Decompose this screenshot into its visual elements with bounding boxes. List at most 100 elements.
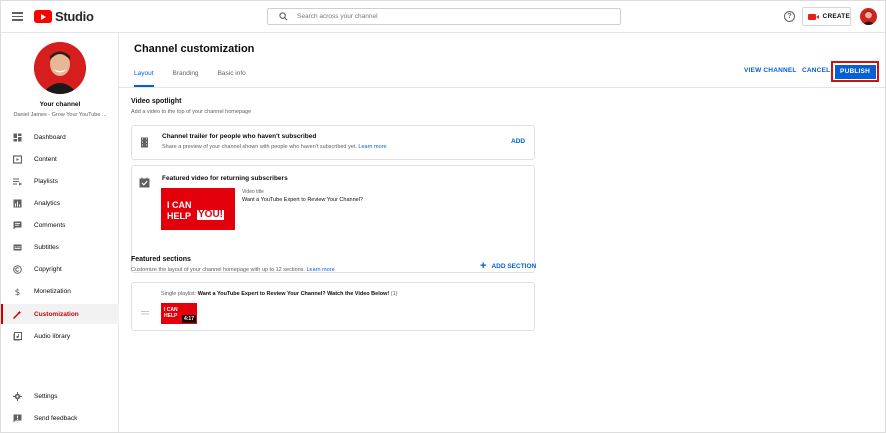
sidebar-item-label: Dashboard — [34, 133, 66, 141]
sidebar-item-label: Audio library — [34, 332, 71, 340]
dashboard-icon — [13, 133, 22, 142]
playlists-icon — [13, 177, 22, 186]
search-input[interactable] — [297, 13, 597, 20]
video-title-label: Video title — [242, 189, 264, 195]
video-spotlight-subtitle: Add a video to the top of your channel h… — [131, 109, 252, 115]
channel-trailer-subtitle: Share a preview of your channel shown wi… — [162, 144, 387, 150]
sidebar-item-label: Send feedback — [34, 414, 78, 422]
sidebar-item-send-feedback[interactable]: Send feedback — [1, 408, 119, 428]
sidebar-item-customization[interactable]: Customization — [1, 304, 119, 324]
plus-icon: + — [480, 260, 487, 272]
logo-text: Studio — [55, 9, 94, 24]
section-video-thumbnail[interactable]: I CAN HELP 4:17 — [161, 303, 197, 324]
add-section-button[interactable]: + ADD SECTION — [480, 261, 536, 272]
cancel-button[interactable]: CANCEL — [802, 67, 830, 74]
tab-branding[interactable]: Branding — [173, 66, 199, 87]
featured-video-title: Featured video for returning subscribers — [162, 175, 288, 182]
featured-sections-title: Featured sections — [131, 256, 191, 263]
sidebar-item-analytics[interactable]: Analytics — [1, 193, 119, 213]
audio-library-icon — [13, 331, 22, 341]
featured-sections-subtitle: Customize the layout of your channel hom… — [131, 267, 335, 273]
analytics-icon — [13, 199, 22, 208]
sidebar-item-label: Settings — [34, 392, 58, 400]
sidebar-item-dashboard[interactable]: Dashboard — [1, 127, 119, 147]
publish-button[interactable]: PUBLISH — [834, 64, 876, 79]
thumbnail-text-line1: I CAN — [167, 200, 192, 210]
settings-icon — [13, 391, 22, 401]
main-content: Channel customization Layout Branding Ba… — [119, 34, 885, 432]
create-button[interactable]: CREATE — [802, 7, 851, 26]
learn-more-link[interactable]: Learn more — [358, 144, 386, 150]
sidebar-item-label: Content — [34, 155, 57, 163]
create-label: CREATE — [822, 13, 850, 20]
sidebar-item-content[interactable]: Content — [1, 149, 119, 169]
thumbnail-text-you: YOU! — [197, 209, 224, 220]
customization-icon — [13, 310, 22, 319]
channel-trailer-card: Channel trailer for people who haven't s… — [131, 125, 535, 160]
channel-name: Daniel James - Grow Your YouTube ... — [13, 112, 107, 118]
sidebar-item-subtitles[interactable]: Subtitles — [1, 237, 119, 257]
video-camera-icon — [808, 13, 818, 20]
learn-more-link[interactable]: Learn more — [307, 267, 335, 273]
featured-section-item: Single playlist: Want a YouTube Expert t… — [131, 282, 535, 331]
page-title: Channel customization — [134, 43, 255, 55]
svg-text:$: $ — [15, 288, 21, 296]
feedback-icon — [13, 414, 22, 423]
tabs-divider — [119, 87, 885, 88]
sidebar-item-label: Playlists — [34, 177, 58, 185]
video-spotlight-title: Video spotlight — [131, 98, 182, 105]
help-icon[interactable]: ? — [784, 11, 795, 22]
search-icon[interactable] — [275, 9, 291, 24]
search-box[interactable] — [267, 8, 621, 25]
tab-basic-info[interactable]: Basic info — [218, 66, 246, 87]
featured-sections-subtitle-text: Customize the layout of your channel hom… — [131, 267, 305, 273]
section-type: Single playlist: — [161, 291, 197, 297]
section-video-count: (1) — [390, 291, 398, 297]
your-channel-label: Your channel — [39, 101, 81, 108]
sidebar-item-label: Customization — [34, 310, 79, 318]
tab-bar: Layout Branding Basic info — [134, 66, 265, 87]
sidebar-item-comments[interactable]: Comments — [1, 215, 119, 235]
sidebar-item-label: Comments — [34, 221, 66, 229]
featured-section-text: Single playlist: Want a YouTube Expert t… — [161, 291, 397, 297]
sidebar-item-label: Subtitles — [34, 243, 59, 251]
tab-layout[interactable]: Layout — [134, 66, 154, 87]
sidebar-item-playlists[interactable]: Playlists — [1, 171, 119, 191]
thumbnail-text-line2: HELP — [164, 313, 178, 319]
featured-video-card: Featured video for returning subscribers… — [131, 165, 535, 273]
subtitles-icon — [13, 243, 22, 252]
film-strip-icon — [139, 135, 150, 148]
section-playlist-title: Want a YouTube Expert to Review Your Cha… — [197, 291, 390, 297]
thumbnail-text-line2: HELP — [167, 211, 192, 221]
add-section-label: ADD SECTION — [491, 263, 537, 270]
channel-trailer-subtitle-text: Share a preview of your channel shown wi… — [162, 144, 357, 150]
featured-video-name: Want a YouTube Expert to Review Your Cha… — [242, 197, 363, 203]
studio-logo[interactable]: Studio — [34, 9, 94, 24]
monetization-icon: $ — [13, 287, 22, 296]
account-avatar[interactable] — [860, 8, 877, 25]
channel-avatar[interactable] — [34, 42, 86, 94]
studio-window: Studio ? CREATE Your channel — [0, 0, 886, 433]
top-bar: Studio ? CREATE — [1, 1, 885, 33]
menu-icon[interactable] — [12, 12, 23, 21]
sidebar-item-copyright[interactable]: Copyright — [1, 259, 119, 279]
video-duration: 4:17 — [181, 315, 196, 323]
youtube-logo-icon — [34, 10, 52, 23]
sidebar: Your channel Daniel James - Grow Your Yo… — [1, 34, 119, 432]
view-channel-button[interactable]: VIEW CHANNEL — [744, 67, 797, 74]
add-trailer-button[interactable]: ADD — [511, 138, 525, 145]
copyright-icon — [13, 264, 22, 274]
publish-highlight: PUBLISH — [831, 61, 879, 82]
channel-trailer-title: Channel trailer for people who haven't s… — [162, 133, 317, 140]
content-icon — [13, 154, 22, 164]
drag-handle-icon[interactable] — [141, 302, 149, 315]
sidebar-item-monetization[interactable]: $ Monetization — [1, 281, 119, 301]
sidebar-item-label: Monetization — [34, 287, 71, 295]
comments-icon — [13, 221, 22, 230]
featured-video-icon — [139, 175, 150, 188]
sidebar-item-label: Analytics — [34, 199, 61, 207]
featured-video-thumbnail[interactable]: I CAN HELP YOU! — [161, 188, 235, 230]
sidebar-item-label: Copyright — [34, 265, 62, 273]
sidebar-item-settings[interactable]: Settings — [1, 386, 119, 406]
sidebar-item-audio-library[interactable]: Audio library — [1, 326, 119, 346]
